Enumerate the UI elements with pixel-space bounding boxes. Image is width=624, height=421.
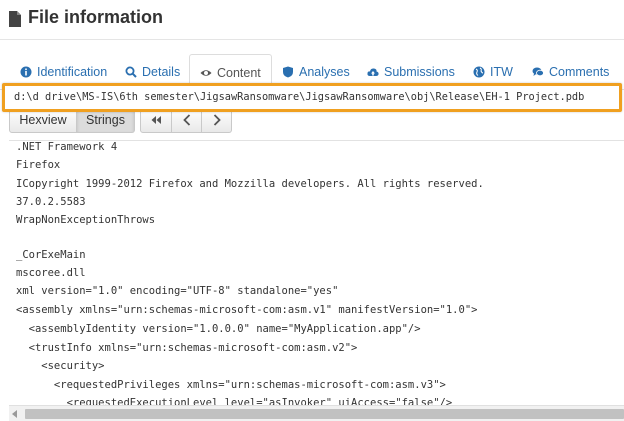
string-line: 37.0.2.5583 xyxy=(16,196,86,208)
shield-icon xyxy=(283,66,293,78)
tab-label: Analyses xyxy=(299,65,350,79)
page-header: File information xyxy=(0,0,624,40)
comments-icon xyxy=(532,67,544,77)
string-line: WrapNonExceptionThrows xyxy=(16,214,156,226)
string-line: <requestedPrivileges xmlns="urn:schemas-… xyxy=(16,379,446,391)
tab-label: Identification xyxy=(37,65,108,79)
info-circle-icon xyxy=(20,66,32,78)
string-line: <trustInfo xmlns="urn:schemas-microsoft-… xyxy=(16,342,358,354)
tab-label: Comments xyxy=(549,65,610,79)
string-line: xml version="1.0" encoding="UTF-8" stand… xyxy=(16,285,339,297)
first-page-icon xyxy=(151,116,161,124)
string-line: Firefox xyxy=(16,159,61,171)
string-line: <assembly xmlns="urn:schemas-microsoft-c… xyxy=(16,304,478,316)
scroll-left-icon[interactable] xyxy=(12,410,17,418)
previous-page-icon xyxy=(182,114,190,126)
pdb-path-text: d:\d drive\MS-IS\6th semester\JigsawRans… xyxy=(14,91,585,103)
string-line: <assemblyIdentity version="1.0.0.0" name… xyxy=(16,323,421,335)
file-icon xyxy=(9,11,21,27)
next-page-icon xyxy=(213,114,221,126)
eye-icon xyxy=(200,69,212,76)
page-title: File information xyxy=(28,7,163,27)
magnifier-icon xyxy=(125,66,137,78)
cloud-upload-icon xyxy=(367,68,379,76)
tab-label: Content xyxy=(217,65,261,80)
string-line: mscoree.dll xyxy=(16,267,86,279)
tab-label: ITW xyxy=(490,65,513,79)
string-line: <security> xyxy=(16,360,105,372)
scrollbar-thumb[interactable] xyxy=(25,409,624,419)
string-line: _CorExeMain xyxy=(16,249,86,261)
string-line: ICopyright 1999-2012 Firefox and Mozzill… xyxy=(16,178,484,190)
string-line: .NET Framework 4 xyxy=(16,141,118,153)
strings-content[interactable]: .NET Framework 4 Firefox ICopyright 1999… xyxy=(9,140,624,421)
globe-icon xyxy=(473,66,485,78)
tab-label: Submissions xyxy=(384,65,455,79)
highlighted-pdb-path: d:\d drive\MS-IS\6th semester\JigsawRans… xyxy=(2,83,622,112)
tab-label: Details xyxy=(142,65,181,79)
horizontal-scrollbar[interactable] xyxy=(9,405,624,421)
